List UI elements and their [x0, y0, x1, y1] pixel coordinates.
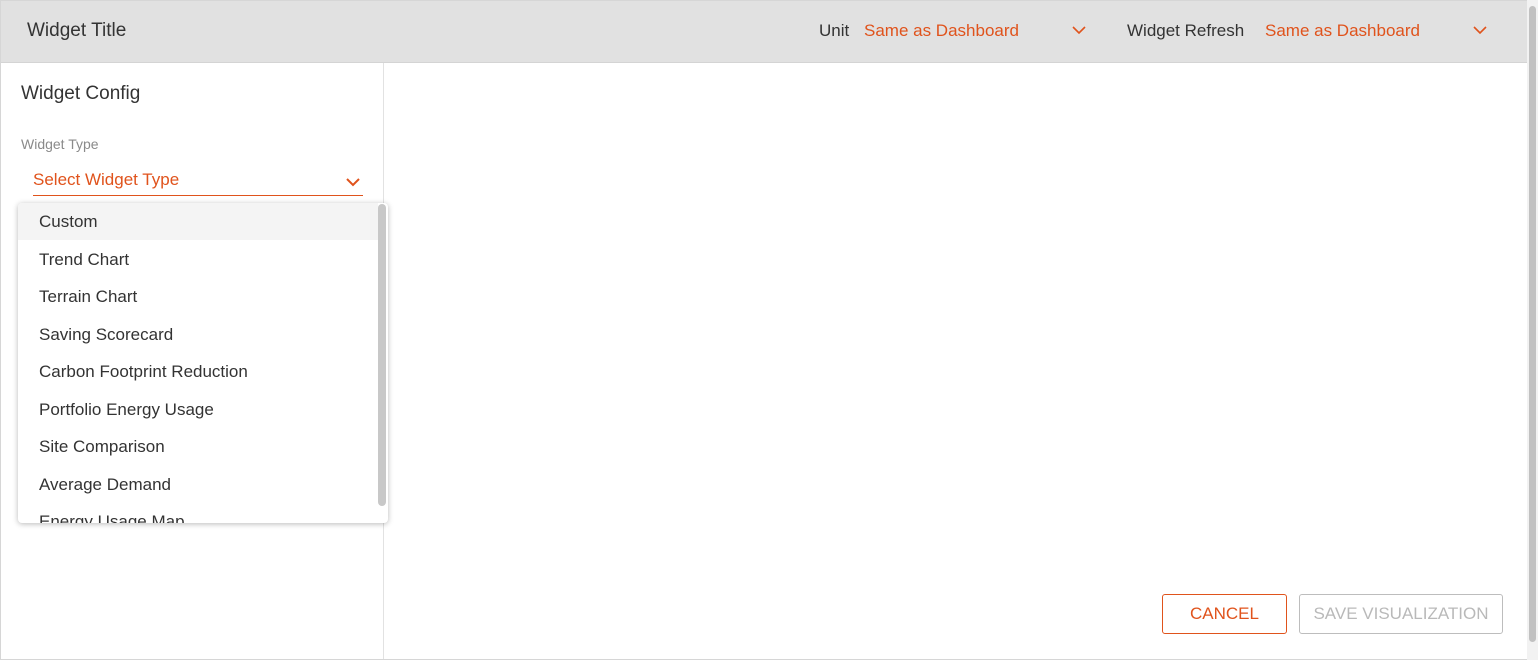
widget-refresh-label: Widget Refresh — [1127, 21, 1245, 40]
dropdown-option[interactable]: Carbon Footprint Reduction — [18, 353, 378, 390]
widget-type-select[interactable]: Select Widget Type — [33, 167, 363, 196]
widget-refresh-select-value[interactable]: Same as Dashboard — [1265, 21, 1420, 41]
widget-type-dropdown-menu: Custom Trend Chart Terrain Chart Saving … — [18, 203, 388, 523]
chevron-down-icon[interactable] — [1071, 23, 1087, 37]
widget-title[interactable]: Widget Title — [27, 20, 126, 42]
unit-label: Unit — [819, 21, 850, 40]
widget-editor-dialog: Widget Title Unit Same as Dashboard Widg… — [0, 0, 1528, 660]
dialog-header: Widget Title Unit Same as Dashboard Widg… — [1, 1, 1527, 63]
panel-heading: Widget Config — [21, 83, 141, 104]
save-visualization-button[interactable]: SAVE VISUALIZATION — [1299, 594, 1503, 634]
dropdown-option[interactable]: Trend Chart — [18, 241, 378, 278]
dropdown-scrollbar-thumb[interactable] — [378, 204, 386, 506]
dropdown-option[interactable]: Energy Usage Map — [18, 503, 378, 523]
dropdown-option[interactable]: Portfolio Energy Usage — [18, 391, 378, 428]
chevron-down-icon[interactable] — [1472, 23, 1488, 37]
dropdown-option[interactable]: Terrain Chart — [18, 278, 378, 315]
dropdown-option[interactable]: Site Comparison — [18, 428, 378, 465]
widget-type-label: Widget Type — [21, 136, 99, 152]
cancel-button[interactable]: CANCEL — [1162, 594, 1287, 634]
dropdown-option[interactable]: Custom — [18, 203, 378, 240]
dropdown-option[interactable]: Average Demand — [18, 466, 378, 503]
unit-select-value[interactable]: Same as Dashboard — [864, 21, 1019, 41]
widget-type-placeholder: Select Widget Type — [33, 170, 180, 189]
page-scrollbar[interactable] — [1527, 0, 1538, 660]
chevron-down-icon — [346, 178, 360, 187]
page-scrollbar-thumb[interactable] — [1529, 6, 1536, 642]
dropdown-option[interactable]: Saving Scorecard — [18, 316, 378, 353]
